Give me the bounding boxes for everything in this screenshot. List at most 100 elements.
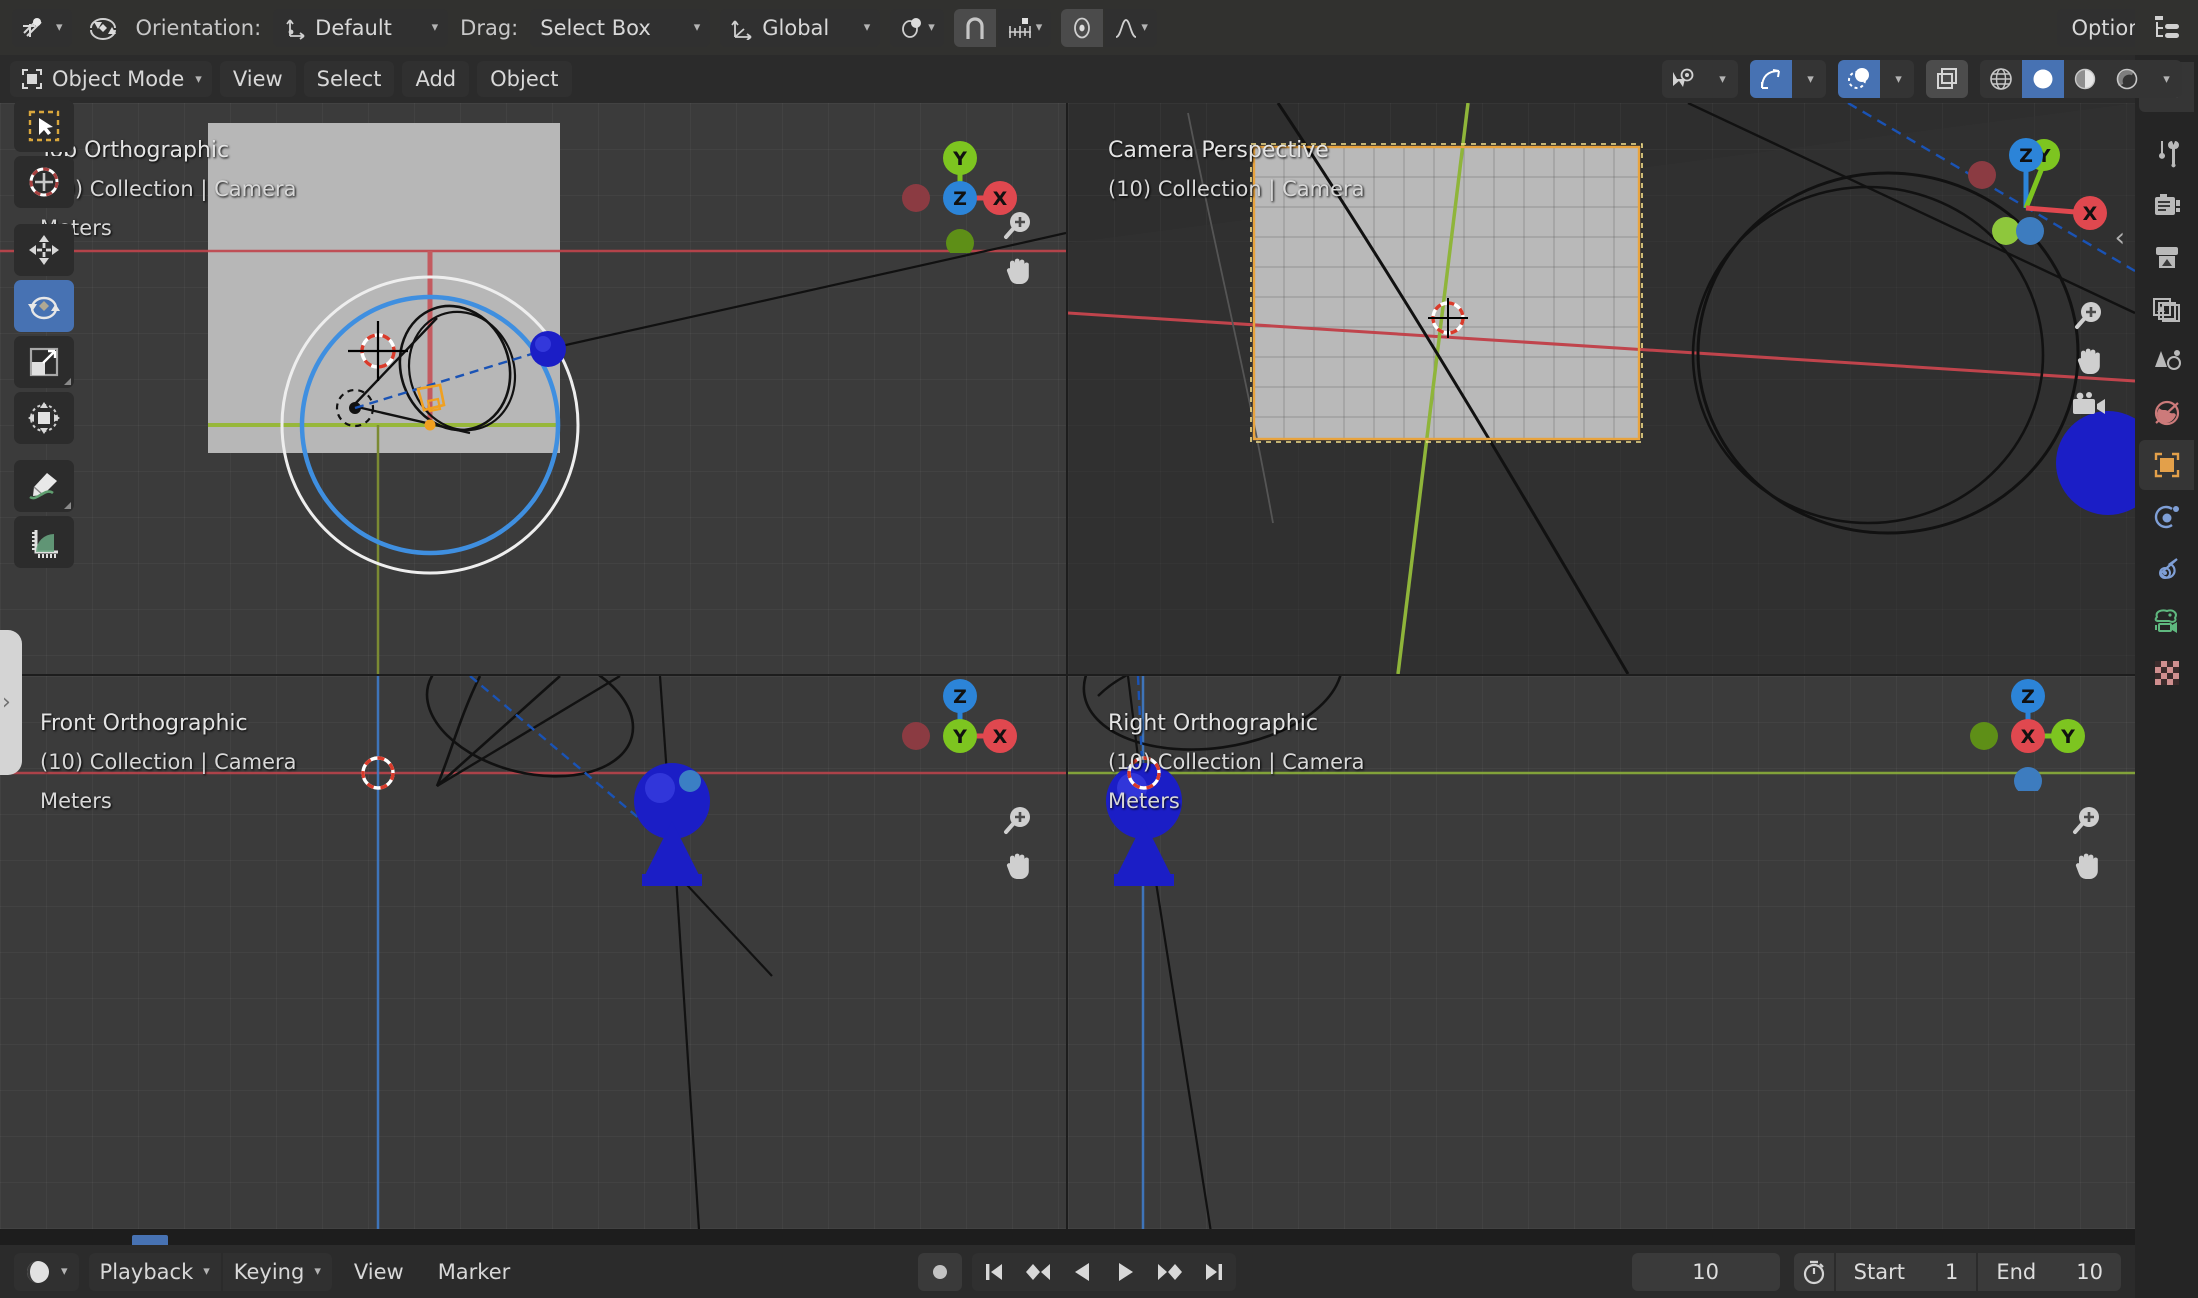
orientation-dropdown[interactable]: Default ▾ — [273, 8, 449, 47]
play-reverse-button[interactable] — [1059, 1252, 1104, 1291]
shading-group: ▾ — [1980, 60, 2182, 98]
properties-tab-world[interactable] — [2139, 388, 2194, 438]
start-frame-field[interactable]: Start 1 — [1835, 1252, 1977, 1291]
properties-tab-list — [2135, 62, 2198, 700]
viewport-camera-view-button[interactable] — [2065, 381, 2113, 429]
tool-measure[interactable] — [14, 516, 74, 568]
menu-add[interactable]: Add — [402, 61, 470, 97]
timeline-editor-type-button[interactable]: ▾ — [14, 1252, 79, 1291]
viewport-zoom-button[interactable] — [2063, 796, 2111, 844]
viewport-pan-button[interactable] — [994, 245, 1042, 293]
visibility-group: ▾ — [1662, 60, 1738, 98]
jump-to-start-button[interactable] — [971, 1252, 1016, 1291]
auto-keying-button[interactable] — [917, 1252, 962, 1291]
nav-gizmo-camera[interactable]: Y Z X — [1948, 113, 2128, 263]
properties-tab-view-layer[interactable] — [2139, 284, 2194, 334]
tool-cursor[interactable] — [14, 156, 74, 208]
prev-keyframe-button[interactable] — [1015, 1252, 1060, 1291]
xray-toggle[interactable] — [1926, 60, 1968, 98]
use-preview-range-button[interactable] — [1793, 1252, 1834, 1291]
properties-tab-render[interactable] — [2139, 180, 2194, 230]
viewport-pan-button[interactable] — [2065, 335, 2113, 383]
snap-magnet-toggle[interactable] — [953, 8, 996, 47]
falloff-dropdown[interactable]: ▾ — [1105, 8, 1157, 47]
tool-tweak[interactable] — [14, 100, 74, 152]
properties-tab-tool[interactable] — [2139, 128, 2194, 178]
visibility-toggle[interactable] — [1662, 60, 1704, 98]
timeline-playhead-marker[interactable] — [132, 1235, 168, 1245]
shading-rendered[interactable] — [2106, 60, 2148, 98]
viewport-pan-button[interactable] — [2063, 840, 2111, 888]
region-expand-arrow-icon[interactable]: › — [2, 690, 11, 715]
proportional-edit-toggle[interactable] — [1061, 8, 1104, 47]
object-square-icon — [2154, 452, 2179, 478]
menu-view[interactable]: View — [219, 61, 296, 97]
menu-timeline-view[interactable]: View — [342, 1260, 416, 1284]
physics-orbit-icon — [2154, 505, 2179, 529]
nav-gizmo-right[interactable]: Z X Y — [1928, 676, 2108, 791]
pivot-point-button[interactable]: ▾ — [890, 8, 944, 47]
magnet-icon — [963, 15, 987, 41]
gizmo-toggle[interactable] — [1750, 60, 1792, 98]
sidebar-open-arrow-icon[interactable]: ‹ — [2115, 223, 2125, 253]
menu-timeline-marker[interactable]: Marker — [426, 1260, 523, 1284]
menu-select[interactable]: Select — [303, 61, 395, 97]
shading-wireframe[interactable] — [1980, 60, 2022, 98]
visibility-dropdown[interactable]: ▾ — [1704, 60, 1738, 98]
shading-dropdown[interactable]: ▾ — [2148, 60, 2182, 98]
viewport-pan-button[interactable] — [994, 840, 1042, 888]
properties-tab-scene[interactable] — [2139, 336, 2194, 386]
tool-annotate[interactable] — [14, 460, 74, 512]
viewport-zoom-button[interactable] — [994, 201, 1042, 249]
snap-increment-dropdown[interactable]: ▾ — [997, 8, 1052, 47]
outliner-editor-button[interactable] — [2135, 0, 2198, 55]
timeline-scrub-strip[interactable] — [0, 1229, 2135, 1245]
svg-text:Z: Z — [953, 188, 967, 210]
timeline-editor: ▾ Playback ▾ Keying ▾ View Marker 10 Sta… — [0, 1245, 2135, 1298]
viewport-zoom-button[interactable] — [2065, 291, 2113, 339]
view-layer-images-icon — [2152, 298, 2180, 322]
menu-keying[interactable]: Keying ▾ — [222, 1252, 332, 1291]
properties-tab-constraints[interactable] — [2139, 544, 2194, 594]
transform-orientation-dropdown[interactable]: Global ▾ — [720, 8, 881, 47]
cursor-snap-icon — [21, 15, 47, 41]
jump-to-end-button[interactable] — [1191, 1252, 1236, 1291]
orientation-value: Default — [315, 15, 392, 40]
viewport-zoom-button[interactable] — [994, 796, 1042, 844]
tool-expand-corner-icon — [64, 502, 71, 509]
shading-solid[interactable] — [2022, 60, 2064, 98]
chevron-down-icon: ▾ — [203, 1264, 210, 1279]
output-printer-icon — [2155, 247, 2178, 268]
play-button[interactable] — [1103, 1252, 1148, 1291]
tool-rotate[interactable] — [14, 280, 74, 332]
menu-playback[interactable]: Playback ▾ — [88, 1252, 221, 1291]
properties-tab-output[interactable] — [2139, 232, 2194, 282]
tool-scale[interactable] — [14, 336, 74, 388]
transform-pivot-button[interactable] — [82, 9, 124, 47]
chevron-down-icon: ▾ — [314, 1264, 321, 1279]
overlays-dropdown[interactable]: ▾ — [1880, 60, 1914, 98]
properties-tab-texture[interactable] — [2139, 648, 2194, 698]
viewport-camera-perspective[interactable]: Camera Perspective (10) Collection | Cam… — [1068, 103, 2135, 674]
active-tool-button[interactable]: ▾ — [12, 8, 72, 47]
properties-tab-data[interactable] — [2139, 596, 2194, 646]
properties-tab-object[interactable] — [2139, 440, 2194, 490]
viewport-front-orthographic[interactable]: Front Orthographic (10) Collection | Cam… — [0, 676, 1066, 1245]
end-frame-field[interactable]: End 10 — [1978, 1252, 2121, 1291]
viewport-top-orthographic[interactable]: Top Orthographic (10) Collection | Camer… — [0, 103, 1066, 674]
tool-move[interactable] — [14, 224, 74, 276]
menu-object[interactable]: Object — [477, 61, 572, 97]
properties-tab-modifiers[interactable] — [2139, 492, 2194, 542]
viewport-right-orthographic[interactable]: Right Orthographic (10) Collection | Cam… — [1068, 676, 2135, 1245]
overlays-toggle[interactable] — [1838, 60, 1880, 98]
tool-transform[interactable] — [14, 392, 74, 444]
end-frame-label: End — [1996, 1259, 2037, 1284]
gizmo-dropdown[interactable]: ▾ — [1792, 60, 1826, 98]
mode-dropdown[interactable]: Object Mode ▾ — [10, 61, 212, 97]
nav-gizmo-front[interactable]: Z Y X — [860, 676, 1040, 791]
jump-to-end-icon — [1205, 1263, 1222, 1280]
drag-dropdown[interactable]: Select Box ▾ — [530, 8, 711, 47]
next-keyframe-button[interactable] — [1147, 1252, 1192, 1291]
current-frame-field[interactable]: 10 — [1631, 1252, 1780, 1291]
shading-material[interactable] — [2064, 60, 2106, 98]
